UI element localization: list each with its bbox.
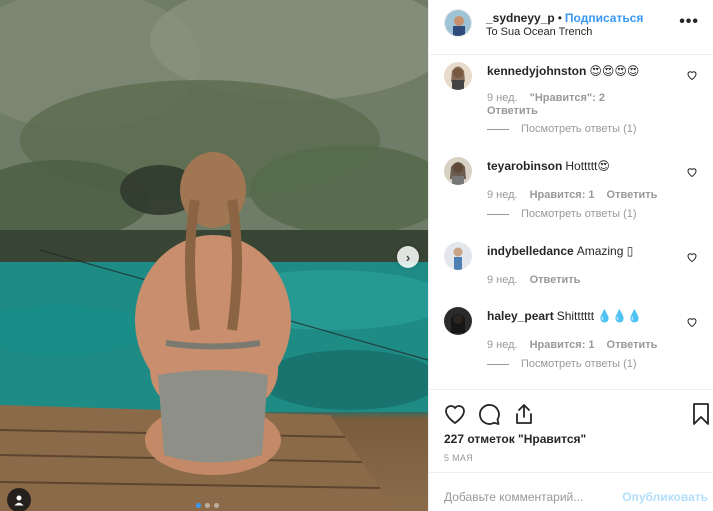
view-replies-button[interactable]: Посмотреть ответы (1) [521, 123, 637, 135]
comment-input[interactable]: Добавьте комментарий... [444, 490, 583, 504]
carousel-dot [205, 503, 210, 508]
next-photo-button[interactable]: › [397, 246, 419, 268]
post-details-panel: _sydneyy_p • Подписаться To Sua Ocean Tren… [428, 0, 713, 511]
separator-dot: • [557, 11, 562, 25]
comment-like-heart-icon[interactable] [686, 69, 698, 81]
comment-time[interactable]: 9 нед. [487, 92, 518, 104]
comment-text: Shitttttt 💧💧💧 [556, 309, 643, 323]
author-username[interactable]: _sydneyy_p [486, 11, 555, 25]
comment-like-heart-icon[interactable] [686, 251, 698, 263]
comment-time[interactable]: 9 нед. [487, 189, 518, 201]
replies-divider [487, 213, 509, 215]
post-actions: 227 отметок "Нравится" 5 МАЯ [429, 389, 713, 469]
reply-button[interactable]: Ответить [487, 105, 538, 118]
commenter-avatar[interactable] [444, 307, 472, 335]
view-replies-button[interactable]: Посмотреть ответы (1) [521, 208, 637, 220]
reply-button[interactable]: Ответить [530, 274, 581, 286]
bookmark-icon[interactable] [689, 402, 713, 426]
comment-text: Hottttt😍 [565, 159, 610, 173]
post-header: _sydneyy_p • Подписаться To Sua Ocean Tren… [429, 0, 713, 55]
heart-icon[interactable] [443, 402, 467, 426]
comment-username[interactable]: indybelledance [487, 244, 574, 258]
carousel-indicator [196, 503, 219, 508]
carousel-dot [214, 503, 219, 508]
photo-scene [0, 0, 428, 511]
reply-button[interactable]: Ответить [607, 189, 658, 201]
comment-time[interactable]: 9 нед. [487, 339, 518, 351]
comment-text: 😍😍😍😍 [589, 64, 640, 78]
view-replies-button[interactable]: Посмотреть ответы (1) [521, 358, 637, 370]
comment-username[interactable]: haley_peart [487, 309, 554, 323]
comment-username[interactable]: teyarobinson [487, 159, 562, 173]
replies-divider [487, 363, 509, 365]
post-date[interactable]: 5 МАЯ [444, 453, 473, 463]
carousel-dot-active [196, 503, 201, 508]
add-comment-box: Добавьте комментарий... Опубликовать [429, 472, 713, 511]
comment-likes[interactable]: "Нравится": 2 [530, 92, 605, 104]
comment-time[interactable]: 9 нед. [487, 274, 518, 286]
reply-button[interactable]: Ответить [607, 339, 658, 351]
comment-like-heart-icon[interactable] [686, 166, 698, 178]
commenter-avatar[interactable] [444, 62, 472, 90]
user-tag-icon [14, 495, 24, 506]
chevron-right-icon: › [405, 249, 411, 265]
post-location[interactable]: To Sua Ocean Trench [486, 26, 592, 38]
more-options-button[interactable]: ••• [679, 13, 699, 31]
comment-icon[interactable] [477, 402, 501, 426]
comment-username[interactable]: kennedyjohnston [487, 64, 586, 78]
commenter-avatar[interactable] [444, 157, 472, 185]
commenter-avatar[interactable] [444, 242, 472, 270]
comment-text: Amazing ▯ [576, 244, 634, 258]
replies-divider [487, 128, 509, 130]
post-photo[interactable]: › [0, 0, 428, 511]
comment-likes[interactable]: Нравится: 1 [530, 339, 595, 351]
publish-button[interactable]: Опубликовать [622, 490, 708, 504]
comment-like-heart-icon[interactable] [686, 316, 698, 328]
user-tags-button[interactable] [7, 488, 31, 511]
follow-button[interactable]: Подписаться [565, 11, 643, 25]
share-icon[interactable] [512, 402, 536, 426]
likes-count[interactable]: 227 отметок "Нравится" [444, 432, 586, 446]
author-avatar[interactable] [444, 9, 472, 37]
comment-likes[interactable]: Нравится: 1 [530, 189, 595, 201]
